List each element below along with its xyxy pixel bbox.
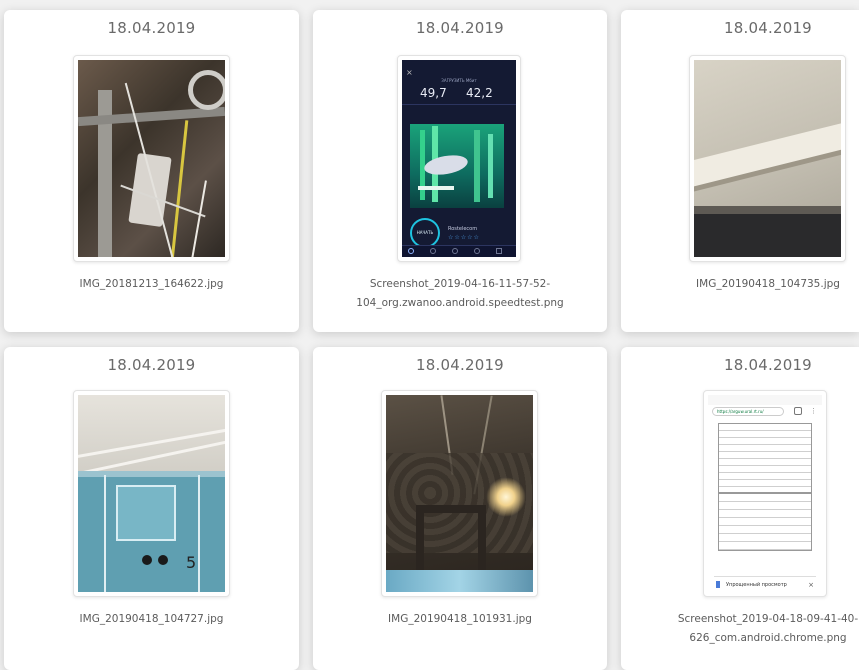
card-date: 18.04.2019 bbox=[107, 356, 196, 374]
gallery-card[interactable]: 18.04.2019 IMG_20181213_164622.jpg bbox=[4, 10, 299, 332]
file-name: IMG_20190418_104727.jpg bbox=[79, 613, 224, 625]
photo-wall-panel: 5 bbox=[78, 395, 225, 592]
file-name: IMG_20181213_164622.jpg bbox=[79, 278, 224, 290]
speedtest-screenshot: × ЗАГРУЗИТЬ Мбит 49,7 42,2 НАЧАТЬ Rostel… bbox=[402, 60, 516, 257]
card-date: 18.04.2019 bbox=[724, 356, 812, 374]
photo-wires bbox=[78, 60, 225, 257]
card-date: 18.04.2019 bbox=[107, 19, 196, 37]
photo-lamp bbox=[386, 395, 533, 592]
thumbnail[interactable] bbox=[73, 55, 230, 262]
thumbnail[interactable]: 5 bbox=[73, 390, 230, 597]
gallery-card[interactable]: 18.04.2019 × ЗАГРУЗИТЬ Мбит 49,7 42,2 НА… bbox=[313, 10, 607, 332]
card-date: 18.04.2019 bbox=[416, 19, 504, 37]
photo-ceiling bbox=[694, 60, 841, 257]
file-name: Screenshot_2019-04-16-11-57-52- bbox=[369, 278, 551, 290]
rating-stars-icon: ☆☆☆☆☆ bbox=[448, 234, 480, 241]
chrome-screenshot: https://arguw.ural.rt.ru/ ⋮ Упрощенный п… bbox=[708, 395, 822, 592]
file-name: IMG_20190418_101931.jpg bbox=[388, 613, 532, 625]
close-icon: × bbox=[808, 581, 814, 589]
gallery-card[interactable]: 18.04.2019 IMG_20190418_101931.jpg bbox=[313, 347, 607, 670]
gallery-card[interactable]: 18.04.2019 5 IMG_20190418_104727.jpg bbox=[4, 347, 299, 670]
url-bar: https://arguw.ural.rt.ru/ bbox=[712, 407, 784, 416]
thumbnail[interactable] bbox=[689, 55, 846, 262]
tabs-icon bbox=[794, 407, 802, 415]
simplified-view-icon bbox=[716, 581, 720, 588]
start-button: НАЧАТЬ bbox=[416, 230, 434, 235]
gallery-card[interactable]: 18.04.2019 IMG_20190418_104735.jpg bbox=[621, 10, 859, 332]
download-value: 49,7 bbox=[420, 86, 447, 100]
thumbnail[interactable] bbox=[381, 390, 538, 597]
file-name: 626_com.android.chrome.png bbox=[689, 632, 847, 644]
file-name: IMG_20190418_104735.jpg bbox=[696, 278, 840, 290]
menu-icon: ⋮ bbox=[810, 407, 817, 415]
card-date: 18.04.2019 bbox=[416, 356, 504, 374]
card-date: 18.04.2019 bbox=[724, 19, 812, 37]
file-name: Screenshot_2019-04-18-09-41-40- bbox=[677, 613, 859, 625]
speed-icon bbox=[408, 248, 414, 254]
gallery-card[interactable]: 18.04.2019 https://arguw.ural.rt.ru/ ⋮ У… bbox=[621, 347, 859, 670]
file-name: 104_org.zwanoo.android.speedtest.png bbox=[356, 297, 564, 309]
upload-value: 42,2 bbox=[466, 86, 493, 100]
close-icon: × bbox=[406, 68, 413, 77]
thumbnail[interactable]: × ЗАГРУЗИТЬ Мбит 49,7 42,2 НАЧАТЬ Rostel… bbox=[397, 55, 521, 262]
thumbnail[interactable]: https://arguw.ural.rt.ru/ ⋮ Упрощенный п… bbox=[703, 390, 827, 597]
